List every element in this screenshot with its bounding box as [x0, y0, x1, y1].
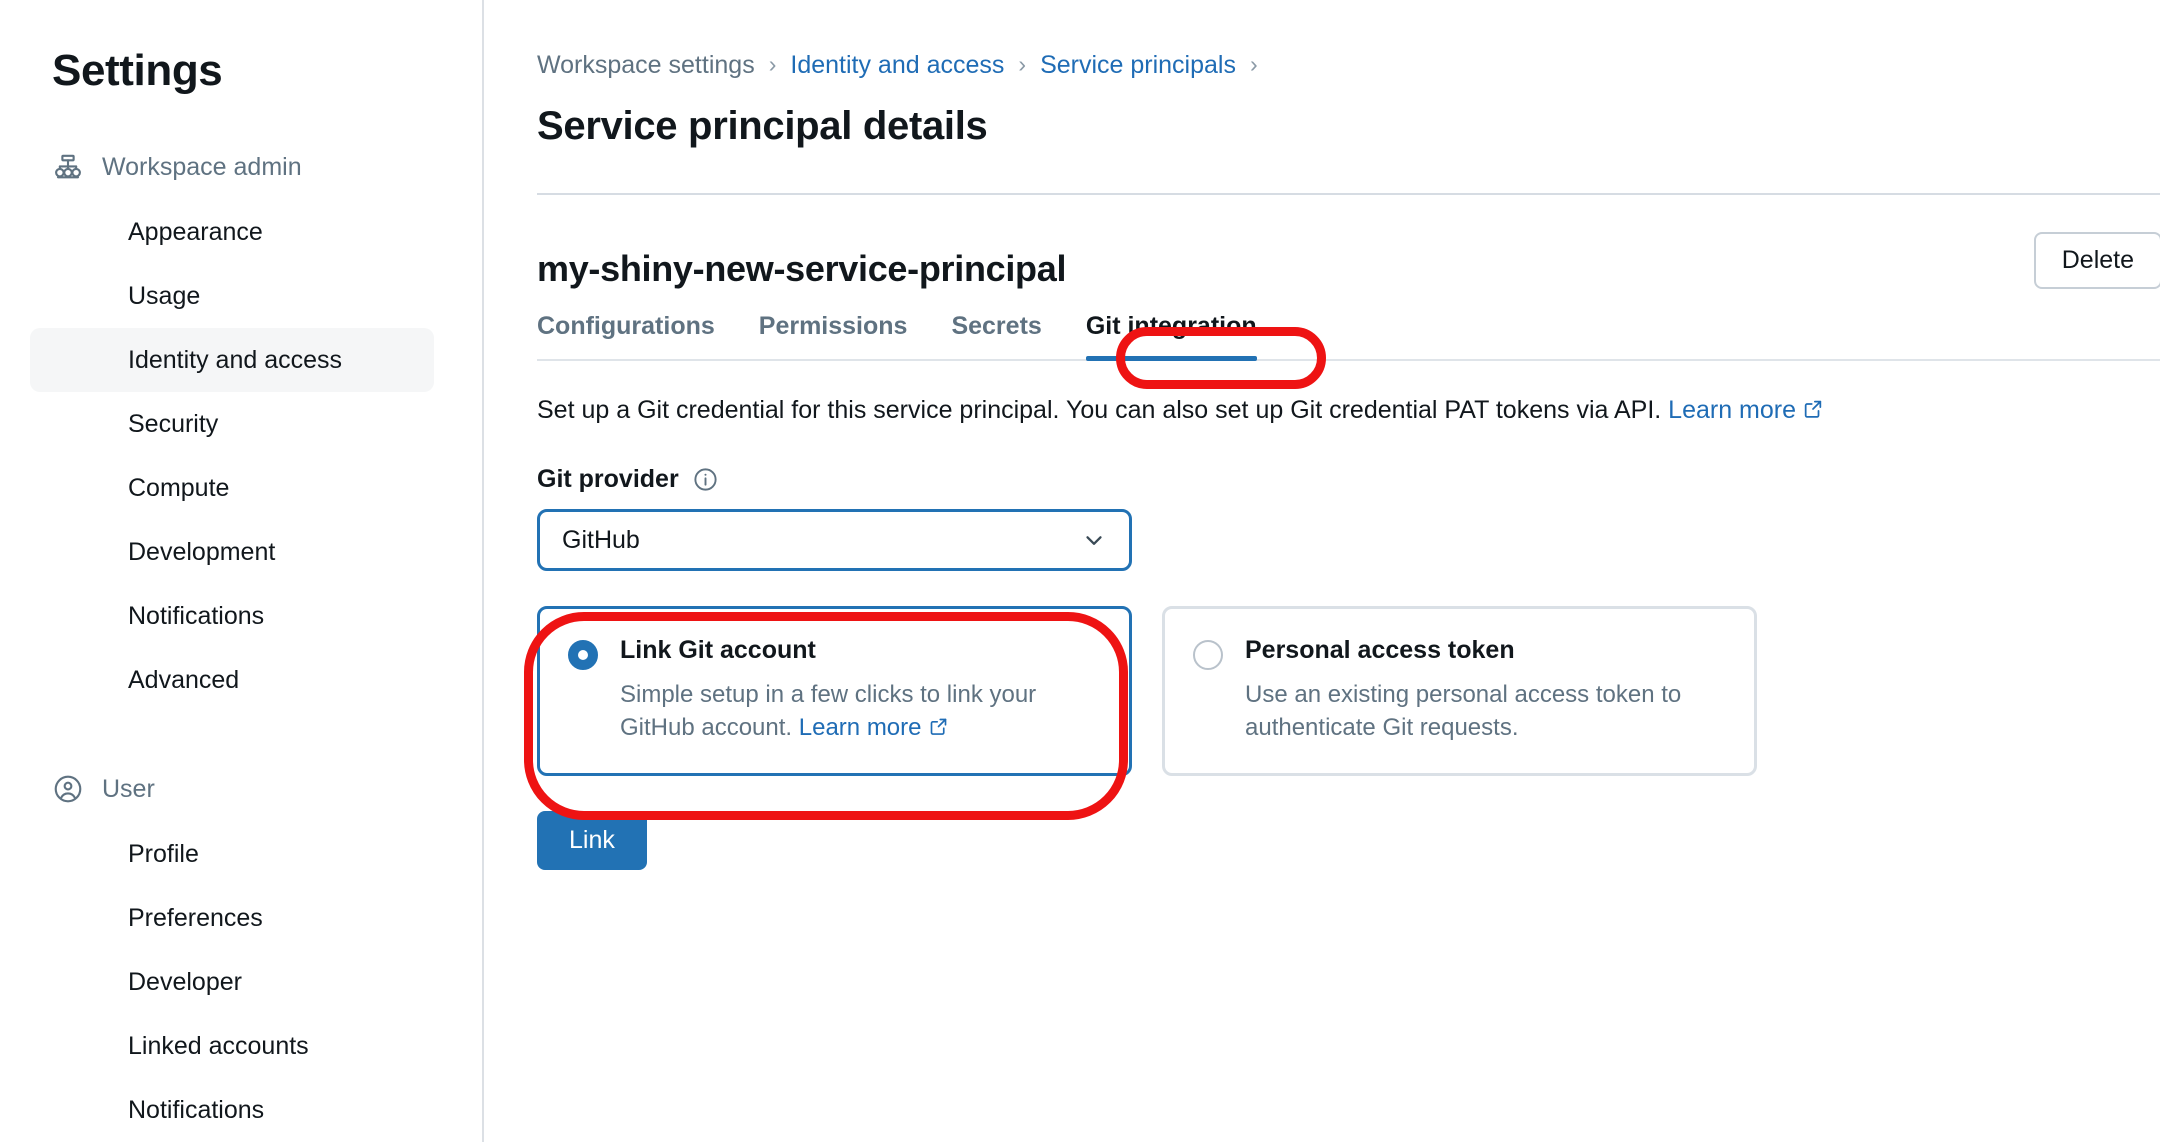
auth-option-personal-access-token[interactable]: Personal access token Use an existing pe…	[1162, 606, 1757, 776]
description-learn-more-link[interactable]: Learn more	[1668, 396, 1796, 424]
breadcrumb: Workspace settings › Identity and access…	[537, 46, 2160, 84]
auth-option-description: Use an existing personal access token to…	[1245, 681, 1682, 742]
auth-option-description: Simple setup in a few clicks to link you…	[620, 679, 1099, 747]
sidebar-group-workspace-admin: Workspace admin	[0, 140, 482, 194]
sidebar-item-linked-accounts[interactable]: Linked accounts	[30, 1014, 434, 1078]
sidebar-item-notifications-user[interactable]: Notifications	[30, 1078, 434, 1142]
sidebar-item-identity-and-access[interactable]: Identity and access	[30, 328, 434, 392]
auth-method-card-group: Link Git account Simple setup in a few c…	[537, 606, 2160, 776]
chevron-right-icon: ›	[1018, 50, 1027, 77]
git-provider-select[interactable]: GitHub	[537, 509, 1132, 572]
git-integration-description: Set up a Git credential for this service…	[537, 394, 2160, 430]
chevron-down-icon	[1081, 527, 1107, 553]
auth-option-link-git-account[interactable]: Link Git account Simple setup in a few c…	[537, 606, 1132, 776]
breadcrumb-item-identity-and-access[interactable]: Identity and access	[790, 51, 1004, 80]
git-provider-label: Git provider	[537, 465, 679, 494]
org-hierarchy-icon	[52, 151, 84, 183]
tabs-container: Configurations Permissions Secrets Git i…	[537, 312, 2160, 362]
sidebar-group-divider	[0, 712, 482, 762]
tab-list: Configurations Permissions Secrets Git i…	[537, 312, 2160, 362]
sidebar-group-user: User	[0, 762, 482, 816]
auth-option-title: Personal access token	[1245, 636, 1515, 665]
external-link-icon	[928, 714, 949, 747]
sidebar-group-label: User	[102, 774, 155, 803]
tab-secrets[interactable]: Secrets	[951, 312, 1041, 361]
git-provider-label-row: Git provider	[537, 465, 2160, 494]
sidebar-item-appearance[interactable]: Appearance	[30, 200, 434, 264]
sidebar-title: Settings	[52, 46, 223, 95]
delete-button[interactable]: Delete	[2033, 232, 2160, 289]
tab-configurations[interactable]: Configurations	[537, 312, 715, 361]
radio-link-git-account[interactable]	[568, 640, 598, 671]
main-content: Workspace settings › Identity and access…	[484, 0, 2160, 1142]
description-text: Set up a Git credential for this service…	[537, 396, 1662, 425]
user-circle-icon	[52, 773, 84, 805]
service-principal-name: my-shiny-new-service-principal	[537, 248, 1067, 289]
tab-git-integration[interactable]: Git integration	[1085, 312, 1257, 362]
external-link-icon	[1802, 396, 1824, 430]
settings-sidebar: Settings Workspace admin Appearance Usag…	[0, 0, 484, 1142]
sidebar-item-security[interactable]: Security	[30, 392, 434, 456]
auth-option-learn-more-link[interactable]: Learn more	[799, 714, 922, 741]
tab-permissions[interactable]: Permissions	[759, 312, 908, 361]
link-button[interactable]: Link	[537, 810, 647, 870]
chevron-right-icon: ›	[1249, 50, 1258, 77]
radio-personal-access-token[interactable]	[1193, 640, 1223, 671]
git-provider-selected-value: GitHub	[562, 525, 640, 554]
page-title: Service principal details	[537, 104, 988, 148]
breadcrumb-item-workspace-settings: Workspace settings	[537, 50, 755, 79]
auth-option-title: Link Git account	[620, 636, 816, 665]
sidebar-group-label: Workspace admin	[102, 152, 302, 181]
settings-page: Settings Workspace admin Appearance Usag…	[0, 0, 2160, 1142]
sidebar-item-development[interactable]: Development	[30, 520, 434, 584]
info-circle-icon[interactable]	[692, 466, 719, 493]
sidebar-item-compute[interactable]: Compute	[30, 456, 434, 520]
sidebar-item-notifications-workspace[interactable]: Notifications	[30, 584, 434, 648]
service-principal-header: my-shiny-new-service-principal Delete	[537, 232, 2160, 289]
sidebar-item-developer[interactable]: Developer	[30, 950, 434, 1014]
sidebar-item-usage[interactable]: Usage	[30, 264, 434, 328]
header-divider	[537, 193, 2160, 195]
chevron-right-icon: ›	[768, 50, 777, 77]
sidebar-item-profile[interactable]: Profile	[30, 822, 434, 886]
sidebar-item-advanced[interactable]: Advanced	[30, 648, 434, 712]
sidebar-item-preferences[interactable]: Preferences	[30, 886, 434, 950]
breadcrumb-item-service-principals[interactable]: Service principals	[1040, 51, 1236, 80]
